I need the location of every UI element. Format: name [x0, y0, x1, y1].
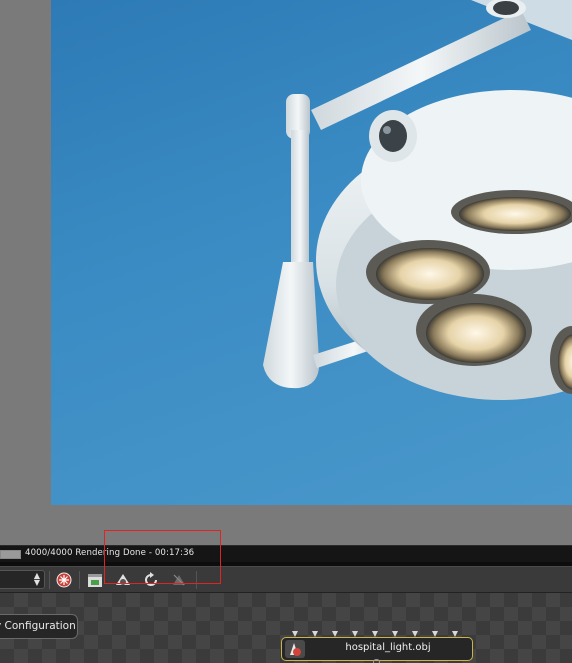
- render-app-window: 4000/4000 Rendering Done - 00:17:36 ▲▼: [0, 0, 572, 663]
- toolbar-divider: [49, 571, 50, 589]
- refresh-render-icon[interactable]: [142, 571, 160, 589]
- up-down-arrows-icon: ▲ ▼: [33, 571, 40, 587]
- camera-view-icon[interactable]: [114, 571, 132, 589]
- status-bar: 4000/4000 Rendering Done - 00:17:36: [0, 545, 572, 563]
- configuration-button[interactable]: v Configuration: [0, 614, 78, 639]
- disabled-render-icon[interactable]: [170, 571, 188, 589]
- hospital-light-render: [263, 0, 572, 400]
- clapperboard-icon[interactable]: [86, 571, 104, 589]
- hospital-light-node[interactable]: hospital_light.obj: [281, 637, 473, 661]
- render-viewport[interactable]: [0, 0, 572, 545]
- toolbar-divider: [196, 571, 197, 589]
- geometry-node-icon: [285, 640, 305, 658]
- rendered-image: [51, 0, 572, 505]
- toolbar-divider: [79, 571, 80, 589]
- render-progress-fill: [1, 551, 20, 558]
- node-label: hospital_light.obj: [345, 642, 431, 653]
- render-mode-select[interactable]: ▲ ▼: [0, 570, 45, 589]
- render-status-text: 4000/4000 Rendering Done - 00:17:36: [25, 548, 195, 558]
- render-toolbar: ▲ ▼: [0, 566, 572, 593]
- node-graph-editor[interactable]: v Configuration hospital_light.obj: [0, 593, 572, 663]
- render-settings-icon[interactable]: [55, 571, 73, 589]
- output-port[interactable]: [373, 659, 380, 663]
- render-progress-bar: [0, 550, 21, 559]
